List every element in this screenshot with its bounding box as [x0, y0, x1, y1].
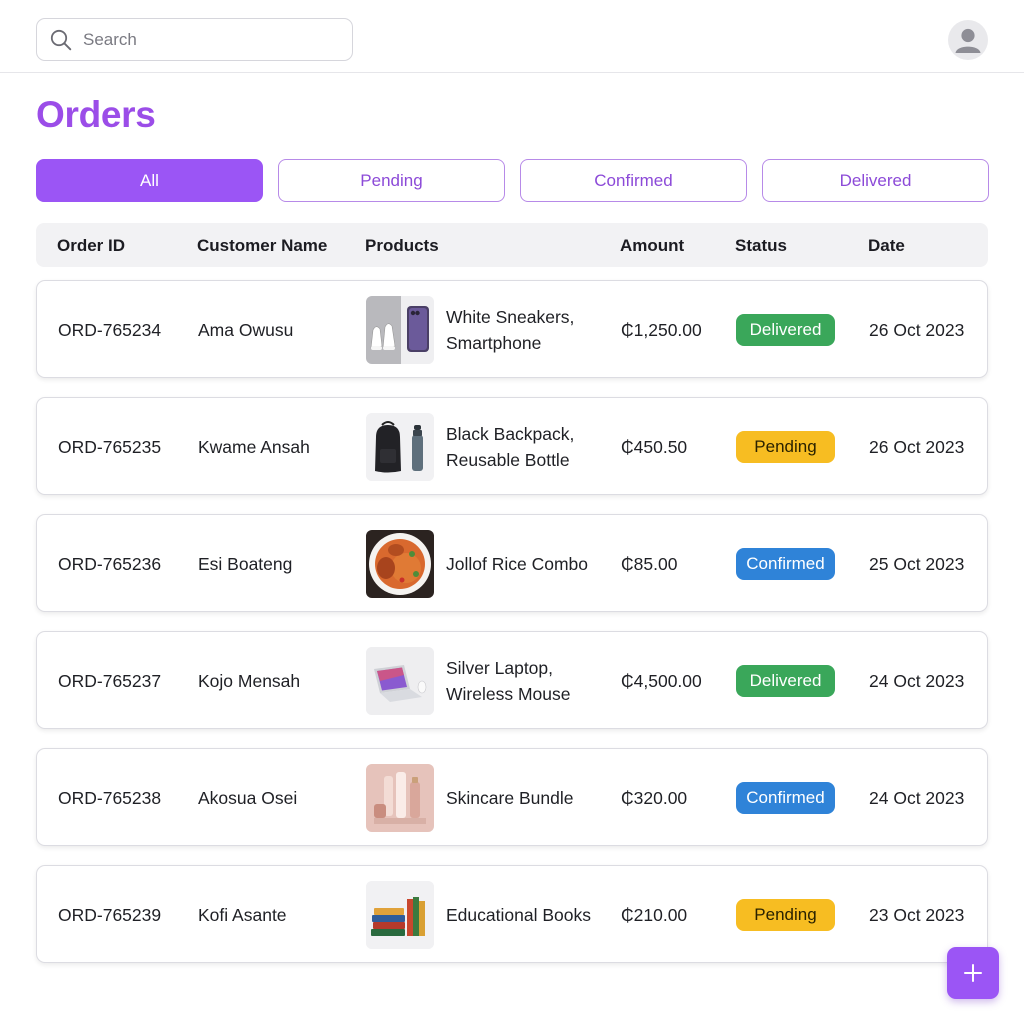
- status-badge: Confirmed: [736, 782, 835, 814]
- customer-name: Kofi Asante: [198, 904, 287, 925]
- table-row[interactable]: ORD-765239 Kofi Asante Educational Books…: [36, 865, 988, 963]
- status-badge: Pending: [736, 899, 835, 931]
- product-line-2: Wireless Mouse: [446, 684, 571, 704]
- order-amount: ₵450.50: [621, 436, 688, 457]
- order-id: ORD-765238: [58, 787, 162, 808]
- product-line-1: Educational Books: [446, 905, 591, 925]
- column-header-status[interactable]: Status: [735, 236, 787, 256]
- order-date: 26 Oct 2023: [869, 319, 965, 340]
- column-header-order-id[interactable]: Order ID: [57, 236, 125, 256]
- customer-name: Akosua Osei: [198, 787, 298, 808]
- product-line-2: Smartphone: [446, 333, 542, 353]
- status-badge: Confirmed: [736, 548, 835, 580]
- jollof-rice-image: [366, 530, 434, 598]
- order-date: 26 Oct 2023: [869, 436, 965, 457]
- product-line-1: Black Backpack,: [446, 424, 575, 444]
- order-amount: ₵4,500.00: [621, 670, 702, 691]
- user-avatar-icon[interactable]: [948, 20, 988, 60]
- order-date: 24 Oct 2023: [869, 787, 965, 808]
- table-header: Order ID Customer Name Products Amount S…: [36, 223, 988, 267]
- order-amount: ₵210.00: [621, 904, 688, 925]
- tab-delivered[interactable]: Delivered: [762, 159, 989, 202]
- customer-name: Ama Owusu: [198, 319, 294, 340]
- column-header-date[interactable]: Date: [868, 236, 905, 256]
- order-id: ORD-765237: [58, 670, 162, 691]
- product-line-2: Reusable Bottle: [446, 450, 570, 470]
- tab-confirmed[interactable]: Confirmed: [520, 159, 747, 202]
- search-box[interactable]: [36, 18, 353, 61]
- customer-name: Kwame Ansah: [198, 436, 310, 457]
- order-id: ORD-765236: [58, 553, 162, 574]
- column-header-products[interactable]: Products: [365, 236, 439, 256]
- table-row[interactable]: ORD-765234 Ama Owusu White Sneakers, Sma…: [36, 280, 988, 378]
- order-id: ORD-765235: [58, 436, 162, 457]
- tab-all[interactable]: All: [36, 159, 263, 202]
- status-badge: Delivered: [736, 314, 835, 346]
- customer-name: Kojo Mensah: [198, 670, 301, 691]
- plus-icon: [964, 964, 982, 982]
- backpack-bottle-image: [366, 413, 434, 481]
- order-amount: ₵320.00: [621, 787, 688, 808]
- status-badge: Delivered: [736, 665, 835, 697]
- table-row[interactable]: ORD-765238 Akosua Osei Skincare Bundle ₵…: [36, 748, 988, 846]
- order-date: 25 Oct 2023: [869, 553, 965, 574]
- filter-tabs: All Pending Confirmed Delivered: [36, 159, 989, 202]
- sneakers-smartphone-image: [366, 296, 434, 364]
- table-row[interactable]: ORD-765236 Esi Boateng Jollof Rice Combo…: [36, 514, 988, 612]
- books-image: [366, 881, 434, 949]
- product-line-1: Skincare Bundle: [446, 788, 574, 808]
- laptop-mouse-image: [366, 647, 434, 715]
- add-order-button[interactable]: [947, 947, 999, 999]
- tab-pending[interactable]: Pending: [278, 159, 505, 202]
- table-row[interactable]: ORD-765237 Kojo Mensah Silver Laptop, Wi…: [36, 631, 988, 729]
- order-id: ORD-765234: [58, 319, 162, 340]
- product-line-1: White Sneakers,: [446, 307, 575, 327]
- table-row[interactable]: ORD-765235 Kwame Ansah Black Backpack, R…: [36, 397, 988, 495]
- search-icon: [50, 29, 72, 50]
- customer-name: Esi Boateng: [198, 553, 293, 574]
- order-amount: ₵85.00: [621, 553, 678, 574]
- search-input[interactable]: [83, 29, 323, 50]
- order-amount: ₵1,250.00: [621, 319, 702, 340]
- product-line-1: Jollof Rice Combo: [446, 554, 588, 574]
- skincare-image: [366, 764, 434, 832]
- top-bar: [0, 0, 1024, 73]
- order-date: 24 Oct 2023: [869, 670, 965, 691]
- order-id: ORD-765239: [58, 904, 162, 925]
- status-badge: Pending: [736, 431, 835, 463]
- column-header-customer-name[interactable]: Customer Name: [197, 236, 327, 256]
- page-title: Orders: [36, 94, 156, 135]
- column-header-amount[interactable]: Amount: [620, 236, 684, 256]
- product-line-1: Silver Laptop,: [446, 658, 554, 678]
